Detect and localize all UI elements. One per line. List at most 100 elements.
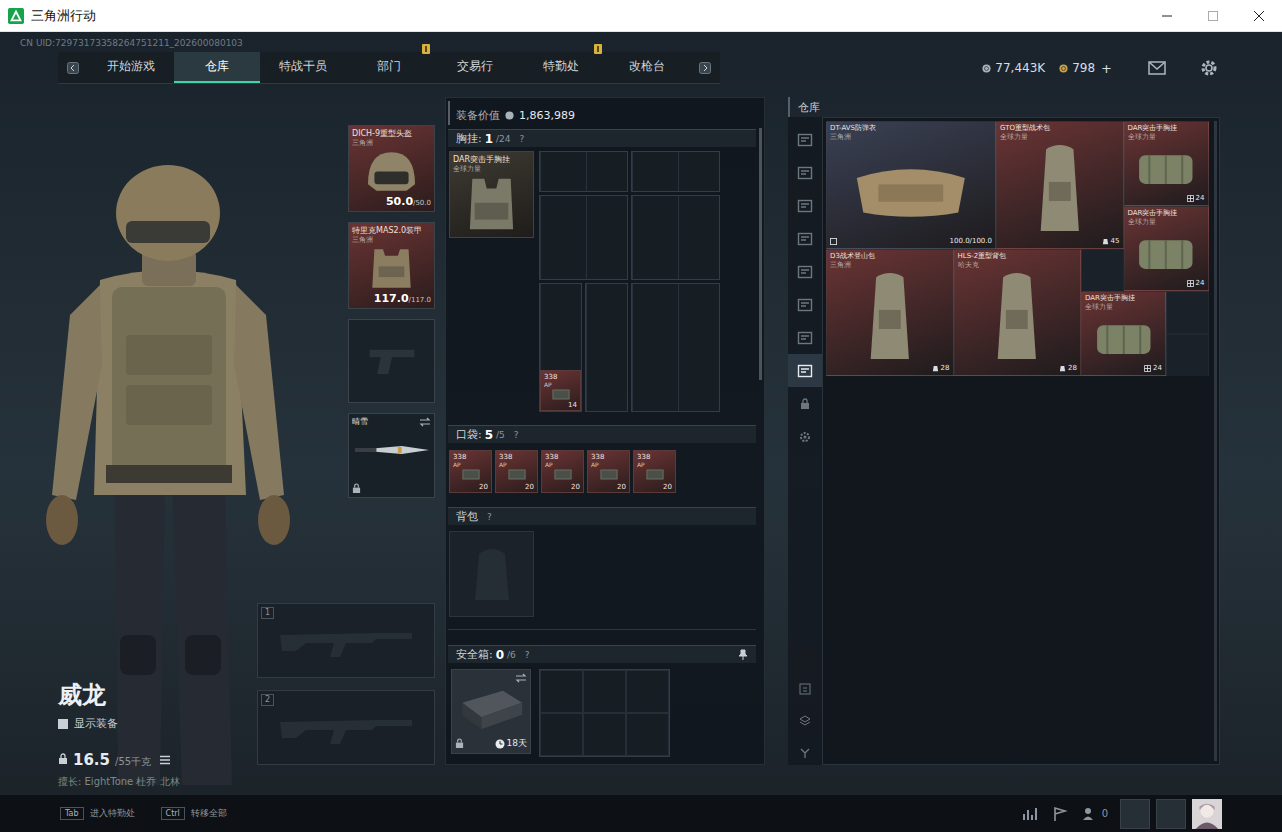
key-hint[interactable]: Ctrl 转移全部 xyxy=(161,807,227,820)
warehouse-tab[interactable] xyxy=(788,321,822,354)
nav-tab[interactable]: 特战干员 xyxy=(260,52,346,83)
warehouse-body: DT-AVS防弹衣 三角洲 100.0/100.0GTO重型战术包 全球力量 4… xyxy=(788,117,1220,765)
safe-box-cell[interactable] xyxy=(626,670,669,713)
ammo-count: 20 xyxy=(525,483,534,491)
safe-box-header: 安全箱: 0 /6 ? xyxy=(448,645,756,663)
warehouse-tab[interactable] xyxy=(788,420,822,453)
warehouse-grid-panel: DT-AVS防弹衣 三角洲 100.0/100.0GTO重型战术包 全球力量 4… xyxy=(822,117,1220,765)
backpack-slot[interactable] xyxy=(449,531,534,617)
safe-box-cell[interactable] xyxy=(583,713,626,756)
split-icon[interactable] xyxy=(799,747,811,759)
pouch[interactable] xyxy=(631,283,720,412)
maximize-button[interactable] xyxy=(1190,0,1236,31)
warehouse-tab[interactable] xyxy=(788,288,822,321)
pouch[interactable] xyxy=(539,195,628,280)
warehouse-item[interactable]: GTO重型战术包 全球力量 45 xyxy=(996,121,1124,249)
minimize-button[interactable] xyxy=(1144,0,1190,31)
warehouse-item[interactable]: HLS-2重型背包 哈夫克 28 xyxy=(954,249,1082,377)
safe-box-item[interactable]: 18天 xyxy=(451,669,531,754)
pouch[interactable] xyxy=(631,195,720,280)
ammo-box-icon xyxy=(554,469,572,480)
warehouse-tab[interactable] xyxy=(788,255,822,288)
list-icon[interactable] xyxy=(160,755,170,765)
safe-box-cell[interactable] xyxy=(540,713,583,756)
currency[interactable]: 798 + xyxy=(1059,61,1112,76)
team-slot[interactable] xyxy=(1156,799,1186,829)
settings-gear-icon[interactable] xyxy=(1200,59,1218,77)
nav-tab-label: 特战干员 xyxy=(279,58,327,75)
safe-box-cell[interactable] xyxy=(540,670,583,713)
warehouse-scrollbar[interactable] xyxy=(1214,121,1217,761)
nav-tab[interactable]: 部门 xyxy=(346,52,432,83)
warehouse-tab[interactable] xyxy=(788,222,822,255)
pouch[interactable] xyxy=(631,151,720,192)
currency[interactable]: 77,443K xyxy=(982,61,1045,75)
ammo-item[interactable]: 338 AP 20 xyxy=(633,450,676,493)
weapon-slot[interactable]: 1 xyxy=(257,603,435,678)
warehouse-item[interactable]: DT-AVS防弹衣 三角洲 100.0/100.0 xyxy=(826,121,996,249)
item-footer: 24 xyxy=(1128,194,1205,203)
player-avatar-icon[interactable] xyxy=(1192,799,1222,829)
key-hint[interactable]: Tab 进入特勤处 xyxy=(60,807,135,820)
item-capacity: 24 xyxy=(1187,279,1205,288)
show-gear-toggle[interactable]: 显示装备 xyxy=(58,716,257,731)
safe-box-cell[interactable] xyxy=(583,670,626,713)
show-gear-checkbox[interactable] xyxy=(58,719,68,729)
warehouse-item[interactable]: DAR突击手胸挂 全球力量 24 xyxy=(1081,291,1166,376)
warehouse-item[interactable]: DAR突击手胸挂 全球力量 24 xyxy=(1124,206,1209,291)
section-count: 5 xyxy=(485,428,493,442)
stats-icon[interactable] xyxy=(1022,806,1038,822)
item-name: DICH-9重型头盔 xyxy=(352,129,431,139)
warehouse-tab[interactable] xyxy=(788,387,822,420)
pouch[interactable]: 338 AP 14 xyxy=(539,283,582,412)
warehouse-tabs xyxy=(788,117,822,765)
safe-box-footer: 18天 xyxy=(455,737,527,750)
gear-scrollbar[interactable] xyxy=(759,128,762,380)
friends-button[interactable]: 0 xyxy=(1082,806,1108,822)
warehouse-item[interactable]: DAR突击手胸挂 全球力量 24 xyxy=(1124,121,1209,206)
team-slot[interactable] xyxy=(1120,799,1150,829)
helmet-slot[interactable]: DICH-9重型头盔 三角洲 50.0/50.0 xyxy=(348,125,435,212)
nav-tab[interactable]: 特勤处 xyxy=(518,52,604,83)
next-tab-button[interactable] xyxy=(690,52,720,83)
warehouse-tab[interactable] xyxy=(788,189,822,222)
pouch[interactable] xyxy=(539,151,628,192)
ammo-item[interactable]: 338 AP 14 xyxy=(540,370,581,411)
weapon-slot[interactable]: 2 xyxy=(257,690,435,765)
warehouse-tab[interactable] xyxy=(788,156,822,189)
ammo-item[interactable]: 338 AP 20 xyxy=(587,450,630,493)
melee-slot[interactable]: 晴雪 xyxy=(348,413,435,498)
swap-icon[interactable] xyxy=(515,673,527,683)
ammo-item[interactable]: 338 AP 20 xyxy=(449,450,492,493)
warehouse-tab[interactable] xyxy=(788,354,822,387)
ammo-item[interactable]: 338 AP 20 xyxy=(541,450,584,493)
help-button[interactable]: ? xyxy=(487,512,492,522)
add-currency-button[interactable]: + xyxy=(1101,61,1112,76)
nav-tab[interactable]: 仓库 xyxy=(174,52,260,83)
sort-icon[interactable] xyxy=(799,683,811,695)
flag-icon[interactable] xyxy=(1052,806,1068,822)
pin-icon[interactable] xyxy=(738,649,748,661)
pistol-slot[interactable] xyxy=(348,319,435,403)
prev-tab-button[interactable] xyxy=(58,52,88,83)
mail-icon[interactable] xyxy=(1148,61,1166,75)
chest-rig-item[interactable]: DAR突击手胸挂 全球力量 xyxy=(449,151,534,238)
nav-tab[interactable]: 改枪台 xyxy=(604,52,690,83)
ammo-item[interactable]: 338 AP 20 xyxy=(495,450,538,493)
backpack-icon xyxy=(1012,141,1108,237)
help-button[interactable]: ? xyxy=(525,650,530,660)
help-button[interactable]: ? xyxy=(520,134,525,144)
warehouse-item[interactable]: D3战术登山包 三角洲 28 xyxy=(826,249,954,377)
warehouse-tab[interactable] xyxy=(788,123,822,156)
swap-icon[interactable] xyxy=(419,417,431,427)
ammo-type: AP xyxy=(453,461,488,468)
armor-slot[interactable]: 特里克MAS2.0装甲 三角洲 117.0/117.0 xyxy=(348,222,435,309)
friends-count: 0 xyxy=(1102,808,1108,819)
nav-tab[interactable]: 交易行 xyxy=(432,52,518,83)
nav-tab[interactable]: 开始游戏 xyxy=(88,52,174,83)
safe-box-cell[interactable] xyxy=(626,713,669,756)
pouch[interactable] xyxy=(585,283,628,412)
layers-icon[interactable] xyxy=(799,715,811,727)
help-button[interactable]: ? xyxy=(514,430,519,440)
close-button[interactable] xyxy=(1236,0,1282,31)
